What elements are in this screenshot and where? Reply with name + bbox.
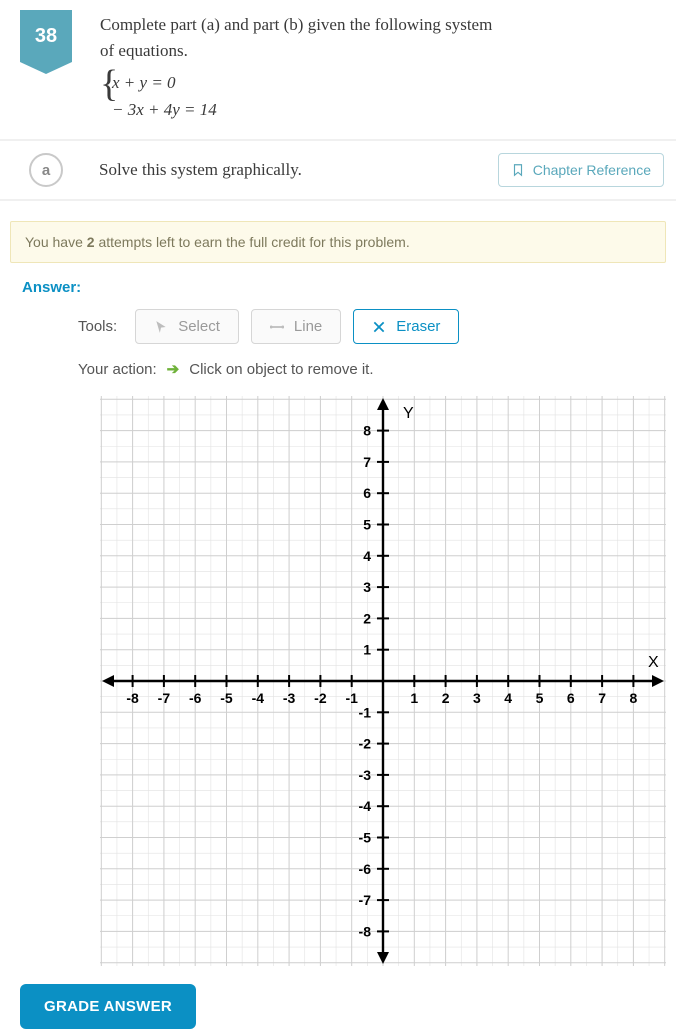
- answer-label: Answer:: [22, 279, 81, 296]
- select-tool-button[interactable]: Select: [135, 309, 239, 344]
- equation-2: − 3x + 4y = 14: [112, 96, 500, 123]
- svg-text:8: 8: [630, 690, 638, 706]
- svg-text:Y: Y: [403, 405, 414, 422]
- arrow-right-icon: ➔: [167, 360, 180, 378]
- part-letter-badge: a: [29, 153, 63, 187]
- svg-text:2: 2: [363, 611, 371, 627]
- answer-section: Answer:: [0, 279, 676, 297]
- bookmark-icon: [511, 163, 525, 177]
- problem-prompt: Complete part (a) and part (b) given the…: [100, 10, 500, 123]
- svg-text:7: 7: [363, 454, 371, 470]
- svg-text:-3: -3: [359, 767, 372, 783]
- svg-text:-4: -4: [252, 690, 265, 706]
- coordinate-grid[interactable]: -8 -7 -6 -5 -4 -3 -2 -1 1 2 3 4 5 6 7 8 -8 -7 -6 -5 -4 -3 -2 -1…: [100, 396, 666, 966]
- svg-text:-1: -1: [359, 705, 372, 721]
- pointer-icon: [154, 320, 168, 334]
- prompt-text: Complete part (a) and part (b) given the…: [100, 12, 500, 63]
- eraser-tool-button[interactable]: Eraser: [353, 309, 459, 344]
- svg-text:3: 3: [473, 690, 481, 706]
- problem-header: 38 Complete part (a) and part (b) given …: [0, 0, 676, 141]
- svg-text:2: 2: [442, 690, 450, 706]
- svg-text:4: 4: [504, 690, 512, 706]
- tools-row: Tools: Select Line Eraser: [0, 309, 676, 344]
- svg-text:-2: -2: [359, 736, 372, 752]
- svg-text:-6: -6: [189, 690, 202, 706]
- close-icon: [372, 320, 386, 334]
- svg-text:-5: -5: [220, 690, 233, 706]
- line-icon: [270, 320, 284, 334]
- problem-number-badge: 38: [20, 10, 72, 62]
- svg-text:6: 6: [567, 690, 575, 706]
- equation-system: { x + y = 0 − 3x + 4y = 14: [100, 69, 500, 123]
- svg-text:6: 6: [363, 486, 371, 502]
- eraser-tool-label: Eraser: [396, 318, 440, 335]
- svg-text:3: 3: [363, 579, 371, 595]
- svg-text:-7: -7: [359, 892, 372, 908]
- attempts-suffix: attempts left to earn the full credit fo…: [95, 234, 410, 250]
- grid-svg: -8 -7 -6 -5 -4 -3 -2 -1 1 2 3 4 5 6 7 8 -8 -7 -6 -5 -4 -3 -2 -1…: [100, 396, 666, 966]
- svg-text:-6: -6: [359, 861, 372, 877]
- svg-text:-1: -1: [345, 690, 358, 706]
- svg-text:-8: -8: [126, 690, 139, 706]
- attempts-count: 2: [87, 234, 95, 250]
- brace-icon: {: [100, 65, 118, 103]
- svg-text:-7: -7: [158, 690, 171, 706]
- line-tool-button[interactable]: Line: [251, 309, 341, 344]
- chapter-reference-label: Chapter Reference: [533, 162, 651, 178]
- part-row: a Solve this system graphically. Chapter…: [0, 141, 676, 201]
- svg-text:-2: -2: [314, 690, 327, 706]
- action-label: Your action:: [78, 361, 157, 378]
- line-tool-label: Line: [294, 318, 322, 335]
- attempts-prefix: You have: [25, 234, 87, 250]
- svg-text:4: 4: [363, 548, 371, 564]
- grade-answer-button[interactable]: GRADE ANSWER: [20, 984, 196, 1029]
- svg-text:5: 5: [363, 517, 371, 533]
- svg-text:-8: -8: [359, 924, 372, 940]
- attempts-banner: You have 2 attempts left to earn the ful…: [10, 221, 666, 263]
- svg-text:8: 8: [363, 423, 371, 439]
- svg-text:7: 7: [598, 690, 606, 706]
- svg-text:-4: -4: [359, 799, 372, 815]
- svg-text:-5: -5: [359, 830, 372, 846]
- svg-text:X: X: [648, 654, 659, 671]
- svg-text:1: 1: [363, 642, 371, 658]
- action-row: Your action: ➔ Click on object to remove…: [0, 360, 676, 378]
- svg-text:5: 5: [536, 690, 544, 706]
- chapter-reference-button[interactable]: Chapter Reference: [498, 153, 664, 187]
- svg-text:-3: -3: [283, 690, 296, 706]
- part-prompt: Solve this system graphically.: [99, 160, 498, 180]
- action-hint: Click on object to remove it.: [189, 361, 373, 378]
- svg-text:1: 1: [410, 690, 418, 706]
- tools-label: Tools:: [78, 318, 117, 335]
- select-tool-label: Select: [178, 318, 220, 335]
- equation-1: x + y = 0: [112, 69, 500, 96]
